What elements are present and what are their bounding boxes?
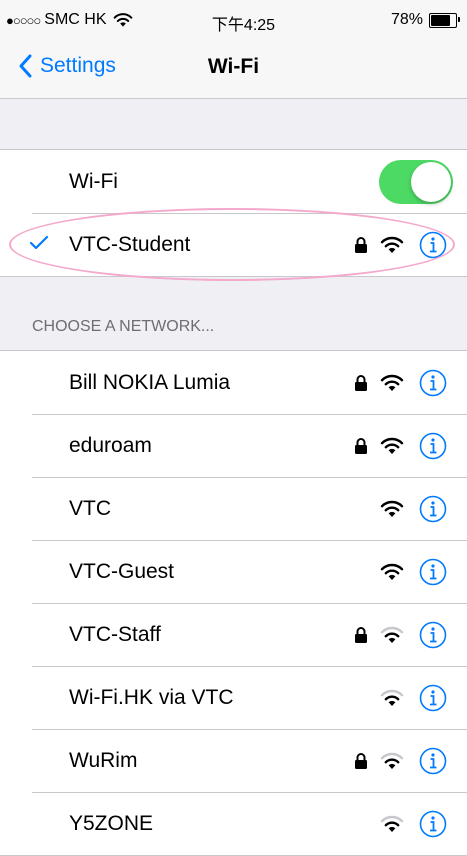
wifi-signal-icon bbox=[380, 500, 404, 517]
network-row[interactable]: eduroam bbox=[0, 414, 467, 477]
info-icon[interactable] bbox=[419, 369, 447, 397]
network-icons bbox=[354, 432, 447, 460]
lock-icon bbox=[355, 753, 367, 769]
network-row[interactable]: Y5ZONE bbox=[0, 792, 467, 855]
connected-network-icons bbox=[354, 231, 447, 259]
wifi-toggle-row: Wi-Fi bbox=[0, 150, 467, 213]
network-name: VTC-Guest bbox=[69, 559, 175, 583]
wifi-signal-icon bbox=[380, 236, 404, 253]
navigation-bar: Settings Wi-Fi bbox=[0, 40, 467, 99]
wifi-main-group: Wi-Fi VTC-Student bbox=[0, 149, 467, 277]
network-icons bbox=[380, 810, 447, 838]
lock-icon bbox=[355, 438, 367, 454]
connected-network-row[interactable]: VTC-Student bbox=[0, 213, 467, 276]
checkmark-icon bbox=[29, 235, 49, 250]
network-row[interactable]: Wi-Fi.HK via VTC bbox=[0, 666, 467, 729]
network-icons bbox=[380, 558, 447, 586]
info-icon[interactable] bbox=[419, 747, 447, 775]
battery-fill bbox=[431, 14, 450, 26]
wifi-signal-icon bbox=[380, 626, 404, 643]
status-bar: ●○○○○ SMC HK 下午4:25 78% bbox=[0, 0, 467, 40]
network-name: WuRim bbox=[69, 748, 138, 772]
battery-icon bbox=[429, 12, 460, 28]
toggle-knob bbox=[411, 162, 451, 202]
network-icons bbox=[354, 747, 447, 775]
info-icon[interactable] bbox=[419, 621, 447, 649]
network-name: Wi-Fi.HK via VTC bbox=[69, 685, 234, 709]
network-icons bbox=[354, 369, 447, 397]
page-title: Wi-Fi bbox=[207, 55, 260, 78]
wifi-signal-icon bbox=[380, 752, 404, 769]
network-row[interactable]: WuRim bbox=[0, 729, 467, 792]
info-icon[interactable] bbox=[419, 684, 447, 712]
lock-icon bbox=[355, 627, 367, 643]
network-icons bbox=[380, 684, 447, 712]
network-row[interactable]: VTC bbox=[0, 477, 467, 540]
battery-percent: 78% bbox=[390, 11, 423, 28]
lock-icon bbox=[355, 375, 367, 391]
network-name: Y5ZONE bbox=[69, 811, 154, 835]
network-name: VTC bbox=[69, 496, 111, 520]
info-icon[interactable] bbox=[419, 432, 447, 460]
section-header: CHOOSE A NETWORK... bbox=[32, 318, 215, 335]
connected-network-name: VTC-Student bbox=[69, 232, 191, 256]
battery-tip bbox=[458, 16, 460, 22]
network-icons bbox=[354, 621, 447, 649]
wifi-signal-icon bbox=[380, 563, 404, 580]
info-icon[interactable] bbox=[419, 810, 447, 838]
network-name: VTC-Staff bbox=[69, 622, 161, 646]
info-icon[interactable] bbox=[419, 495, 447, 523]
wifi-toggle-label: Wi-Fi bbox=[69, 169, 118, 193]
clock: 下午4:25 bbox=[211, 17, 276, 34]
info-icon[interactable] bbox=[419, 231, 447, 259]
network-row[interactable]: VTC-Guest bbox=[0, 540, 467, 603]
network-row[interactable]: VTC-Staff bbox=[0, 603, 467, 666]
wifi-signal-icon bbox=[380, 815, 404, 832]
info-icon[interactable] bbox=[419, 558, 447, 586]
wifi-signal-icon bbox=[380, 374, 404, 391]
wifi-signal-icon bbox=[380, 437, 404, 454]
network-name: Bill NOKIA Lumia bbox=[69, 370, 231, 394]
lock-icon bbox=[355, 237, 367, 253]
wifi-toggle-switch[interactable] bbox=[379, 160, 453, 204]
network-list: Bill NOKIA Lumia eduroam VTC VTC-Guest VTC-S… bbox=[0, 350, 467, 856]
network-row[interactable]: Bill NOKIA Lumia bbox=[0, 351, 467, 414]
network-icons bbox=[380, 495, 447, 523]
wifi-signal-icon bbox=[380, 689, 404, 706]
status-right: 78% bbox=[390, 11, 460, 29]
network-name: eduroam bbox=[69, 433, 152, 457]
